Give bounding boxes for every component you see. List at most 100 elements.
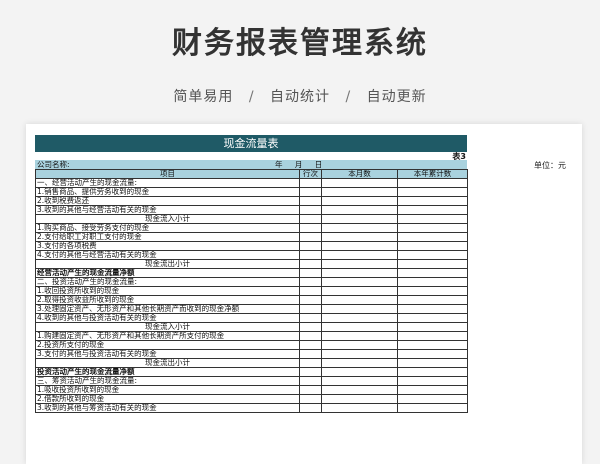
line-no-cell[interactable] (299, 268, 322, 278)
line-no-cell[interactable] (299, 358, 322, 368)
current-month-cell[interactable] (321, 313, 398, 323)
table-row: 现金流出小计 (35, 358, 468, 368)
current-month-cell[interactable] (321, 295, 398, 305)
year-to-date-cell[interactable] (397, 349, 468, 359)
table-row: 2.投资所支付的现金 (35, 340, 468, 350)
row-item-label: 1.购买商品、接受劳务支付的现金 (35, 223, 300, 233)
current-month-cell[interactable] (321, 250, 398, 260)
year-to-date-cell[interactable] (397, 322, 468, 332)
current-month-cell[interactable] (321, 304, 398, 314)
line-no-cell[interactable] (299, 259, 322, 269)
year-to-date-cell[interactable] (397, 295, 468, 305)
current-month-cell[interactable] (321, 331, 398, 341)
year-to-date-cell[interactable] (397, 214, 468, 224)
year-to-date-cell[interactable] (397, 331, 468, 341)
year-to-date-cell[interactable] (397, 394, 468, 404)
line-no-cell[interactable] (299, 394, 322, 404)
row-item-label: 2.取得投资收益所收到的现金 (35, 295, 300, 305)
table-row: 1.收回投资所收到的现金 (35, 286, 468, 296)
line-no-cell[interactable] (299, 304, 322, 314)
table-row: 1.购买商品、接受劳务支付的现金 (35, 223, 468, 233)
current-month-cell[interactable] (321, 340, 398, 350)
line-no-cell[interactable] (299, 286, 322, 296)
current-month-cell[interactable] (321, 385, 398, 395)
row-item-label: 2.收到税费返还 (35, 196, 300, 206)
line-no-cell[interactable] (299, 367, 322, 377)
column-header-current-month: 本月数 (321, 169, 398, 179)
line-no-cell[interactable] (299, 223, 322, 233)
current-month-cell[interactable] (321, 376, 398, 386)
line-no-cell[interactable] (299, 340, 322, 350)
line-no-cell[interactable] (299, 376, 322, 386)
year-to-date-cell[interactable] (397, 367, 468, 377)
current-month-cell[interactable] (321, 322, 398, 332)
current-month-cell[interactable] (321, 349, 398, 359)
year-to-date-cell[interactable] (397, 304, 468, 314)
current-month-cell[interactable] (321, 205, 398, 215)
line-no-cell[interactable] (299, 349, 322, 359)
row-item-label: 二、投资活动产生的现金流量: (35, 277, 300, 287)
current-month-cell[interactable] (321, 259, 398, 269)
year-to-date-cell[interactable] (397, 313, 468, 323)
row-item-label: 现金流入小计 (35, 214, 300, 224)
line-no-cell[interactable] (299, 196, 322, 206)
year-to-date-cell[interactable] (397, 250, 468, 260)
column-header-year-to-date: 本年累计数 (397, 169, 468, 179)
year-to-date-cell[interactable] (397, 259, 468, 269)
row-item-label: 3.支付的各项税费 (35, 241, 300, 251)
year-to-date-cell[interactable] (397, 241, 468, 251)
line-no-cell[interactable] (299, 322, 322, 332)
line-no-cell[interactable] (299, 214, 322, 224)
line-no-cell[interactable] (299, 331, 322, 341)
current-month-cell[interactable] (321, 223, 398, 233)
line-no-cell[interactable] (299, 313, 322, 323)
year-to-date-cell[interactable] (397, 376, 468, 386)
year-to-date-cell[interactable] (397, 268, 468, 278)
year-to-date-cell[interactable] (397, 232, 468, 242)
line-no-cell[interactable] (299, 241, 322, 251)
current-month-cell[interactable] (321, 286, 398, 296)
line-no-cell[interactable] (299, 295, 322, 305)
spreadsheet-preview: 现金流量表 表3 单位：元 公司名称: 年 月 日 项目 行次 本月数 本年累计… (26, 124, 582, 464)
current-month-cell[interactable] (321, 196, 398, 206)
company-name-label: 公司名称: (37, 160, 70, 169)
line-no-cell[interactable] (299, 232, 322, 242)
year-to-date-cell[interactable] (397, 358, 468, 368)
current-month-cell[interactable] (321, 214, 398, 224)
current-month-cell[interactable] (321, 187, 398, 197)
row-item-label: 1.收回投资所收到的现金 (35, 286, 300, 296)
current-month-cell[interactable] (321, 178, 398, 188)
row-item-label: 4.收到的其他与投资活动有关的现金 (35, 313, 300, 323)
row-item-label: 三、筹资活动产生的现金流量: (35, 376, 300, 386)
year-to-date-cell[interactable] (397, 178, 468, 188)
year-to-date-cell[interactable] (397, 205, 468, 215)
line-no-cell[interactable] (299, 187, 322, 197)
current-month-cell[interactable] (321, 277, 398, 287)
current-month-cell[interactable] (321, 403, 398, 413)
current-month-cell[interactable] (321, 232, 398, 242)
row-item-label: 投资活动产生的现金流量净额 (35, 367, 300, 377)
current-month-cell[interactable] (321, 394, 398, 404)
table-row: 三、筹资活动产生的现金流量: (35, 376, 468, 386)
current-month-cell[interactable] (321, 358, 398, 368)
year-to-date-cell[interactable] (397, 187, 468, 197)
current-month-cell[interactable] (321, 268, 398, 278)
line-no-cell[interactable] (299, 277, 322, 287)
year-to-date-cell[interactable] (397, 286, 468, 296)
year-to-date-cell[interactable] (397, 403, 468, 413)
current-month-cell[interactable] (321, 367, 398, 377)
line-no-cell[interactable] (299, 250, 322, 260)
year-to-date-cell[interactable] (397, 277, 468, 287)
year-to-date-cell[interactable] (397, 196, 468, 206)
line-no-cell[interactable] (299, 205, 322, 215)
year-to-date-cell[interactable] (397, 340, 468, 350)
year-to-date-cell[interactable] (397, 223, 468, 233)
line-no-cell[interactable] (299, 385, 322, 395)
table-row: 3.收到的其他与经营活动有关的现金 (35, 205, 468, 215)
year-to-date-cell[interactable] (397, 385, 468, 395)
line-no-cell[interactable] (299, 178, 322, 188)
line-no-cell[interactable] (299, 403, 322, 413)
current-month-cell[interactable] (321, 241, 398, 251)
feature-separator: / (345, 89, 352, 105)
date-label: 年 月 日 (275, 160, 323, 169)
